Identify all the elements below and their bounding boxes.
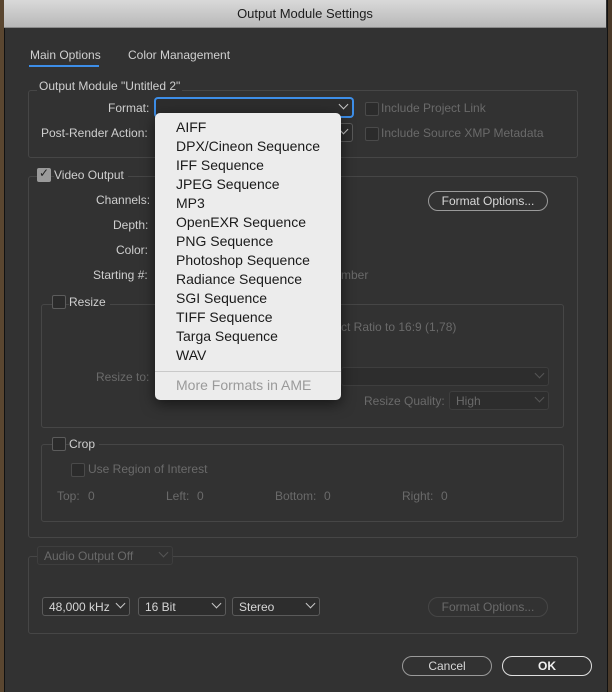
menu-item-openexr[interactable]: OpenEXR Sequence <box>176 213 306 232</box>
audio-rate-value: 48,000 kHz <box>49 600 110 614</box>
menu-item-targa[interactable]: Targa Sequence <box>176 327 278 346</box>
audio-format-options-button[interactable]: Format Options... <box>428 597 548 617</box>
resize-to-label: Resize to: <box>96 370 150 384</box>
resize-quality-select[interactable]: High <box>449 391 549 410</box>
channels-label: Channels: <box>96 193 151 207</box>
menu-item-sgi[interactable]: SGI Sequence <box>176 289 267 308</box>
resize-checkbox[interactable] <box>52 295 66 309</box>
chevron-down-icon <box>534 368 545 379</box>
chevron-down-icon <box>338 99 349 110</box>
menu-item-dpx-cineon[interactable]: DPX/Cineon Sequence <box>176 137 320 156</box>
resize-quality-label: Resize Quality: <box>364 394 445 408</box>
crop-left-value[interactable]: 0 <box>197 489 204 503</box>
resize-to-select[interactable] <box>341 367 549 386</box>
use-roi-checkbox[interactable] <box>71 463 85 477</box>
video-output-label: Video Output <box>54 168 128 182</box>
include-project-link-label: Include Project Link <box>381 101 486 115</box>
menu-item-jpeg[interactable]: JPEG Sequence <box>176 175 280 194</box>
use-roi-label: Use Region of Interest <box>88 462 208 476</box>
include-xmp-label: Include Source XMP Metadata <box>381 126 544 140</box>
crop-left-label: Left: <box>166 489 190 503</box>
menu-item-mp3[interactable]: MP3 <box>176 194 205 213</box>
crop-bottom-label: Bottom: <box>275 489 317 503</box>
video-output-checkbox[interactable] <box>37 166 51 182</box>
post-render-label: Post-Render Action: <box>41 126 148 140</box>
window-title: Output Module Settings <box>237 6 373 21</box>
starting-number-label: Starting #: <box>93 268 148 282</box>
menu-item-photoshop[interactable]: Photoshop Sequence <box>176 251 310 270</box>
chevron-down-icon <box>115 598 126 609</box>
crop-top-label: Top: <box>57 489 80 503</box>
resize-label: Resize <box>69 295 110 309</box>
menu-item-aiff[interactable]: AIFF <box>176 118 206 137</box>
menu-item-wav[interactable]: WAV <box>176 346 206 365</box>
lock-aspect-ratio-label: ct Ratio to 16:9 (1,78) <box>341 320 457 334</box>
crop-top-value[interactable]: 0 <box>88 489 95 503</box>
audio-channels-value: Stereo <box>239 600 275 614</box>
include-xmp-checkbox[interactable] <box>365 127 379 141</box>
menu-item-png[interactable]: PNG Sequence <box>176 232 273 251</box>
crop-section <box>41 444 564 522</box>
crop-bottom-value[interactable]: 0 <box>324 489 331 503</box>
audio-section <box>28 556 578 634</box>
menu-item-radiance[interactable]: Radiance Sequence <box>176 270 302 289</box>
audio-output-select[interactable]: Audio Output Off <box>37 546 173 565</box>
crop-right-value[interactable]: 0 <box>441 489 448 503</box>
audio-bits-select[interactable]: 16 Bit <box>138 597 226 616</box>
video-format-options-button[interactable]: Format Options... <box>428 191 548 211</box>
chevron-down-icon <box>305 598 316 609</box>
include-project-link-checkbox[interactable] <box>365 102 379 116</box>
tab-color-management[interactable]: Color Management <box>128 48 230 62</box>
audio-bits-value: 16 Bit <box>145 600 176 614</box>
resize-quality-value: High <box>456 394 481 408</box>
ok-button[interactable]: OK <box>502 656 592 676</box>
format-label: Format: <box>108 101 150 115</box>
output-module-heading: Output Module "Untitled 2" <box>37 79 183 93</box>
chevron-down-icon <box>158 547 169 558</box>
crop-label: Crop <box>69 437 100 451</box>
depth-label: Depth: <box>113 218 149 232</box>
menu-item-iff[interactable]: IFF Sequence <box>176 156 264 175</box>
menu-item-tiff[interactable]: TIFF Sequence <box>176 308 273 327</box>
menu-separator <box>155 371 341 372</box>
cancel-button[interactable]: Cancel <box>402 656 492 676</box>
active-tab-indicator <box>29 65 99 67</box>
title-bar: Output Module Settings <box>4 0 606 28</box>
format-dropdown-menu: AIFF DPX/Cineon Sequence IFF Sequence JP… <box>155 113 341 400</box>
audio-channels-select[interactable]: Stereo <box>232 597 320 616</box>
chevron-down-icon <box>211 598 222 609</box>
chevron-down-icon <box>534 392 545 403</box>
color-label: Color: <box>116 243 149 257</box>
crop-checkbox[interactable] <box>52 437 66 451</box>
audio-rate-select[interactable]: 48,000 kHz <box>42 597 130 616</box>
menu-item-more-formats: More Formats in AME <box>176 377 312 393</box>
use-comp-frame-number-label: mber <box>341 268 369 282</box>
crop-right-label: Right: <box>402 489 434 503</box>
audio-output-value: Audio Output Off <box>44 549 134 563</box>
tab-main-options[interactable]: Main Options <box>30 48 101 62</box>
